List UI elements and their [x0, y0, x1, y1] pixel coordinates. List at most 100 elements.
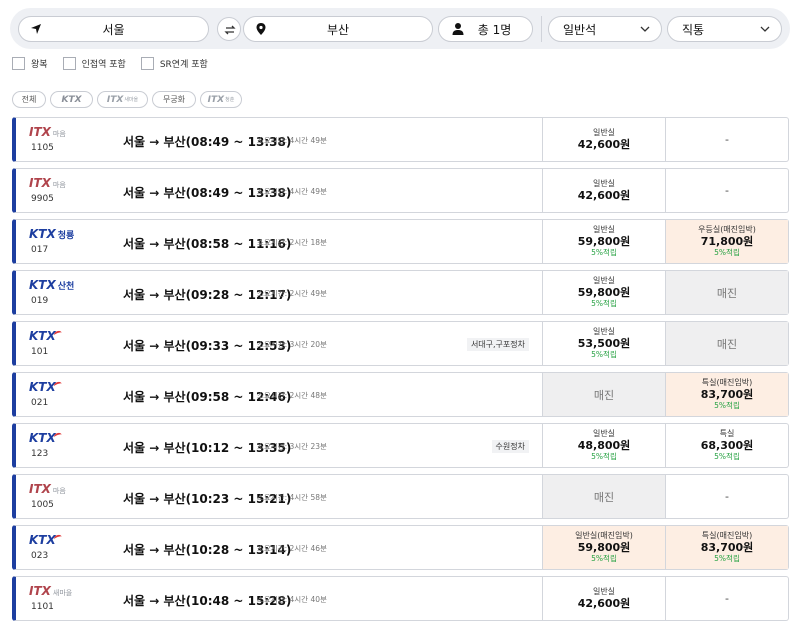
seat-class: 특실(매진임박)	[701, 531, 753, 540]
seat-price: 42,600원	[577, 189, 631, 202]
general-seat-cell[interactable]: 일반실 42,600원	[542, 169, 665, 212]
train-row[interactable]: ITX 새마을 1101 서울 → 부산(10:48 ~ 15:28) 소요시간:…	[12, 576, 789, 621]
general-seat-cell[interactable]: 일반실 42,600원	[542, 118, 665, 161]
train-row[interactable]: KTX 101 서울 → 부산(09:33 ~ 12:53) 소요시간: 3시간…	[12, 321, 789, 366]
passenger-selector[interactable]: 총 1명	[438, 16, 533, 42]
train-row[interactable]: KTX 산천 019 서울 → 부산(09:28 ~ 12:17) 소요시간: 2…	[12, 270, 789, 315]
premium-seat-cell[interactable]: 우등실(매진임박) 71,800원 5%적립	[665, 220, 788, 263]
filter-itx-saemaeul-chip[interactable]: ITX 새마을	[97, 91, 148, 108]
round-trip-checkbox[interactable]: 왕복	[12, 56, 48, 70]
seat-price: 83,700원	[700, 388, 754, 401]
duration: 소요시간: 4시간 49분	[257, 136, 327, 145]
filter-mugunghwa-chip[interactable]: 무궁화	[152, 91, 196, 108]
special-seat-cell[interactable]: 특실 68,300원 5%적립	[665, 424, 788, 467]
seat-class: 우등실(매진임박)	[698, 225, 756, 234]
nearby-station-checkbox[interactable]: 인접역 포함	[62, 56, 126, 70]
chip-label: 무궁화	[162, 95, 186, 104]
special-seat-cell: -	[665, 577, 788, 620]
train-number: 021	[31, 398, 49, 408]
seat-class: 일반실(매진임박)	[575, 531, 633, 540]
train-list: ITX 마음 1105 서울 → 부산(08:49 ~ 13:38) 소요시간: …	[12, 117, 789, 627]
general-seat-cell[interactable]: 일반실(매진임박) 59,800원 5%적립	[542, 526, 665, 569]
filter-itx-cheongchun-chip[interactable]: ITX 청춘	[200, 91, 242, 108]
itx-logo: ITX	[106, 94, 124, 105]
train-row[interactable]: KTX 023 서울 → 부산(10:28 ~ 13:14) 소요시간: 2시간…	[12, 525, 789, 570]
train-number: 1005	[31, 500, 54, 510]
sold-out-label: 매진	[716, 337, 738, 351]
train-row[interactable]: KTX 123 서울 → 부산(10:12 ~ 13:35) 소요시간: 3시간…	[12, 423, 789, 468]
train-row[interactable]: KTX 청룡 017 서울 → 부산(08:58 ~ 11:16) 소요시간: 2…	[12, 219, 789, 264]
general-seat-cell[interactable]: 일반실 48,800원 5%적립	[542, 424, 665, 467]
general-seat-cell[interactable]: 일반실 59,800원 5%적립	[542, 271, 665, 314]
seat-price: 68,300원	[700, 439, 754, 452]
option-label: 왕복	[31, 59, 48, 70]
duration: 소요시간: 3시간 20분	[257, 340, 327, 349]
train-number: 1105	[31, 143, 54, 153]
train-brand-logo: ITX 마음	[29, 125, 66, 139]
sold-out-label: 매진	[593, 490, 615, 504]
train-number: 019	[31, 296, 49, 306]
option-label: SR연계 포함	[159, 59, 208, 70]
filter-all-chip[interactable]: 전체	[12, 91, 46, 108]
train-brand-logo: KTX	[29, 429, 63, 445]
seat-price: 53,500원	[577, 337, 631, 350]
special-seat-cell: -	[665, 118, 788, 161]
sold-out-label: 매진	[593, 388, 615, 402]
train-row[interactable]: ITX 마음 1105 서울 → 부산(08:49 ~ 13:38) 소요시간: …	[12, 117, 789, 162]
seat-price: 59,800원	[577, 235, 631, 248]
duration: 소요시간: 2시간 49분	[257, 289, 327, 298]
duration: 소요시간: 3시간 23분	[257, 442, 327, 451]
option-label: 인접역 포함	[81, 59, 126, 70]
train-row[interactable]: ITX 마음 9905 서울 → 부산(08:49 ~ 13:38) 소요시간: …	[12, 168, 789, 213]
seat-class: 일반실	[592, 225, 616, 234]
itx-sub-label: 청춘	[225, 97, 235, 103]
general-seat-cell[interactable]: 일반실 42,600원	[542, 577, 665, 620]
duration: 소요시간: 2시간 46분	[257, 544, 327, 553]
points-rate: 5%적립	[591, 248, 617, 257]
search-bar: 서울 부산 총 1명 일반석 직통	[10, 8, 790, 49]
special-seat-cell: 매진	[665, 322, 788, 365]
checkbox-box[interactable]	[62, 56, 76, 70]
train-number: 9905	[31, 194, 54, 204]
train-brand-logo: KTX 청룡	[29, 227, 75, 241]
train-brand-logo: ITX 새마을	[29, 584, 73, 598]
points-rate: 5%적립	[591, 554, 617, 563]
origin-field[interactable]: 서울	[18, 16, 209, 42]
seat-price: 42,600원	[577, 597, 631, 610]
filter-ktx-chip[interactable]: KTX	[50, 91, 93, 108]
special-seat-cell[interactable]: 특실(매진임박) 83,700원 5%적립	[665, 373, 788, 416]
train-number: 023	[31, 551, 49, 561]
general-seat-cell[interactable]: 일반실 53,500원 5%적립	[542, 322, 665, 365]
train-number: 101	[31, 347, 49, 357]
points-rate: 5%적립	[714, 248, 740, 257]
special-seat-cell: -	[665, 169, 788, 212]
seat-class-select[interactable]: 일반석	[548, 16, 662, 42]
chevron-down-icon	[640, 26, 650, 32]
train-brand-logo: KTX 산천	[29, 278, 75, 292]
seat-price: 71,800원	[700, 235, 754, 248]
checkbox-box[interactable]	[12, 56, 25, 70]
train-brand-logo: KTX	[29, 327, 63, 343]
origin-label: 서울	[102, 22, 125, 37]
not-available: -	[725, 184, 729, 197]
checkbox-box[interactable]	[140, 56, 154, 70]
swap-icon	[224, 25, 236, 35]
chip-label: 전체	[21, 95, 37, 104]
train-row[interactable]: KTX 021 서울 → 부산(09:58 ~ 12:46) 소요시간: 2시간…	[12, 372, 789, 417]
not-available: -	[725, 592, 729, 605]
route-type-select[interactable]: 직통	[667, 16, 782, 42]
not-available: -	[725, 133, 729, 146]
seat-class: 일반실	[592, 587, 616, 596]
seat-price: 48,800원	[577, 439, 631, 452]
location-pin-icon	[256, 23, 266, 35]
general-seat-cell[interactable]: 일반실 59,800원 5%적립	[542, 220, 665, 263]
points-rate: 5%적립	[591, 350, 617, 359]
special-seat-cell[interactable]: 특실(매진임박) 83,700원 5%적립	[665, 526, 788, 569]
sr-link-checkbox[interactable]: SR연계 포함	[140, 56, 208, 70]
train-row[interactable]: ITX 마음 1005 서울 → 부산(10:23 ~ 15:21) 소요시간: …	[12, 474, 789, 519]
seat-class: 일반실	[592, 276, 616, 285]
train-type-filters: 전체 KTX ITX 새마을 무궁화 ITX 청춘	[12, 91, 242, 108]
seat-price: 42,600원	[577, 138, 631, 151]
destination-field[interactable]: 부산	[243, 16, 433, 42]
swap-stations-button[interactable]	[217, 17, 241, 41]
